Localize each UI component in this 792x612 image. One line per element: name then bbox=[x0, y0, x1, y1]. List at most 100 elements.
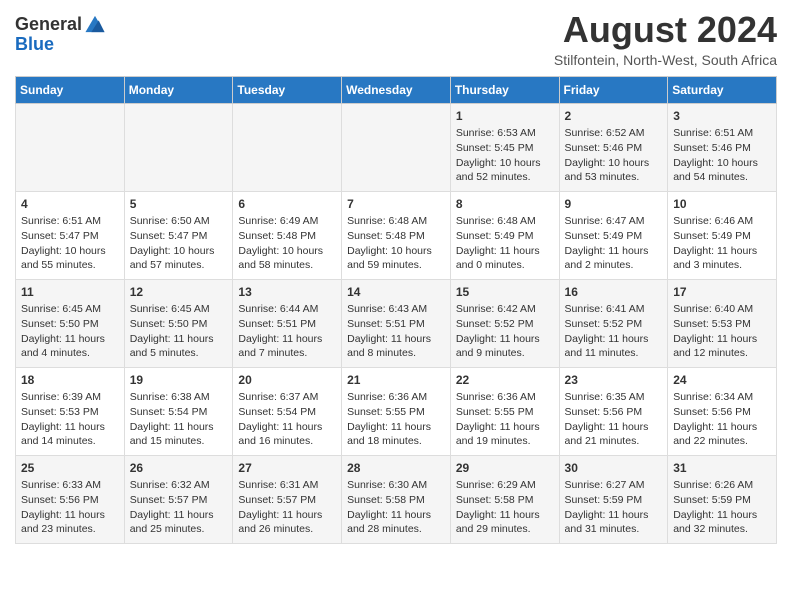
calendar-cell: 19Sunrise: 6:38 AMSunset: 5:54 PMDayligh… bbox=[124, 367, 233, 455]
calendar-cell: 22Sunrise: 6:36 AMSunset: 5:55 PMDayligh… bbox=[450, 367, 559, 455]
calendar-cell: 10Sunrise: 6:46 AMSunset: 5:49 PMDayligh… bbox=[668, 191, 777, 279]
day-detail: Sunrise: 6:51 AM bbox=[21, 214, 119, 229]
day-number: 8 bbox=[456, 196, 554, 213]
day-number: 7 bbox=[347, 196, 445, 213]
day-detail: Daylight: 10 hours and 59 minutes. bbox=[347, 244, 445, 273]
calendar-table: SundayMondayTuesdayWednesdayThursdayFrid… bbox=[15, 76, 777, 544]
calendar-week-row: 11Sunrise: 6:45 AMSunset: 5:50 PMDayligh… bbox=[16, 279, 777, 367]
day-detail: Sunrise: 6:43 AM bbox=[347, 302, 445, 317]
day-detail: Sunrise: 6:48 AM bbox=[347, 214, 445, 229]
day-detail: Sunset: 5:56 PM bbox=[673, 405, 771, 420]
day-number: 24 bbox=[673, 372, 771, 389]
day-number: 11 bbox=[21, 284, 119, 301]
calendar-cell: 14Sunrise: 6:43 AMSunset: 5:51 PMDayligh… bbox=[342, 279, 451, 367]
day-detail: Sunset: 5:46 PM bbox=[565, 141, 663, 156]
calendar-cell: 28Sunrise: 6:30 AMSunset: 5:58 PMDayligh… bbox=[342, 455, 451, 543]
day-detail: Sunrise: 6:40 AM bbox=[673, 302, 771, 317]
day-number: 16 bbox=[565, 284, 663, 301]
calendar-cell bbox=[233, 103, 342, 191]
calendar-cell: 31Sunrise: 6:26 AMSunset: 5:59 PMDayligh… bbox=[668, 455, 777, 543]
day-number: 4 bbox=[21, 196, 119, 213]
calendar-cell: 13Sunrise: 6:44 AMSunset: 5:51 PMDayligh… bbox=[233, 279, 342, 367]
day-detail: Daylight: 10 hours and 58 minutes. bbox=[238, 244, 336, 273]
day-number: 2 bbox=[565, 108, 663, 125]
day-number: 9 bbox=[565, 196, 663, 213]
day-detail: Sunset: 5:55 PM bbox=[456, 405, 554, 420]
day-detail: Sunrise: 6:30 AM bbox=[347, 478, 445, 493]
col-header-sunday: Sunday bbox=[16, 76, 125, 103]
calendar-cell: 12Sunrise: 6:45 AMSunset: 5:50 PMDayligh… bbox=[124, 279, 233, 367]
col-header-wednesday: Wednesday bbox=[342, 76, 451, 103]
day-detail: Daylight: 11 hours and 15 minutes. bbox=[130, 420, 228, 449]
calendar-cell: 27Sunrise: 6:31 AMSunset: 5:57 PMDayligh… bbox=[233, 455, 342, 543]
calendar-cell: 15Sunrise: 6:42 AMSunset: 5:52 PMDayligh… bbox=[450, 279, 559, 367]
day-detail: Sunrise: 6:53 AM bbox=[456, 126, 554, 141]
day-detail: Sunrise: 6:52 AM bbox=[565, 126, 663, 141]
col-header-monday: Monday bbox=[124, 76, 233, 103]
calendar-cell: 1Sunrise: 6:53 AMSunset: 5:45 PMDaylight… bbox=[450, 103, 559, 191]
page-header: General Blue August 2024 Stilfontein, No… bbox=[15, 10, 777, 68]
day-detail: Daylight: 11 hours and 12 minutes. bbox=[673, 332, 771, 361]
day-number: 18 bbox=[21, 372, 119, 389]
calendar-cell: 20Sunrise: 6:37 AMSunset: 5:54 PMDayligh… bbox=[233, 367, 342, 455]
logo: General Blue bbox=[15, 15, 106, 55]
calendar-cell: 16Sunrise: 6:41 AMSunset: 5:52 PMDayligh… bbox=[559, 279, 668, 367]
day-detail: Sunrise: 6:46 AM bbox=[673, 214, 771, 229]
subtitle: Stilfontein, North-West, South Africa bbox=[554, 52, 777, 68]
day-detail: Sunset: 5:58 PM bbox=[456, 493, 554, 508]
day-detail: Daylight: 11 hours and 21 minutes. bbox=[565, 420, 663, 449]
day-detail: Sunrise: 6:41 AM bbox=[565, 302, 663, 317]
day-detail: Daylight: 11 hours and 14 minutes. bbox=[21, 420, 119, 449]
day-detail: Daylight: 11 hours and 0 minutes. bbox=[456, 244, 554, 273]
day-detail: Sunrise: 6:38 AM bbox=[130, 390, 228, 405]
day-detail: Sunset: 5:56 PM bbox=[565, 405, 663, 420]
calendar-cell bbox=[342, 103, 451, 191]
day-detail: Sunrise: 6:51 AM bbox=[673, 126, 771, 141]
day-detail: Sunrise: 6:45 AM bbox=[21, 302, 119, 317]
day-detail: Daylight: 11 hours and 3 minutes. bbox=[673, 244, 771, 273]
calendar-cell: 23Sunrise: 6:35 AMSunset: 5:56 PMDayligh… bbox=[559, 367, 668, 455]
day-detail: Sunset: 5:57 PM bbox=[130, 493, 228, 508]
day-detail: Daylight: 11 hours and 16 minutes. bbox=[238, 420, 336, 449]
calendar-cell: 4Sunrise: 6:51 AMSunset: 5:47 PMDaylight… bbox=[16, 191, 125, 279]
day-number: 1 bbox=[456, 108, 554, 125]
calendar-cell: 29Sunrise: 6:29 AMSunset: 5:58 PMDayligh… bbox=[450, 455, 559, 543]
day-number: 27 bbox=[238, 460, 336, 477]
day-detail: Sunset: 5:50 PM bbox=[130, 317, 228, 332]
day-detail: Daylight: 11 hours and 5 minutes. bbox=[130, 332, 228, 361]
calendar-cell: 17Sunrise: 6:40 AMSunset: 5:53 PMDayligh… bbox=[668, 279, 777, 367]
day-detail: Sunrise: 6:47 AM bbox=[565, 214, 663, 229]
calendar-week-row: 18Sunrise: 6:39 AMSunset: 5:53 PMDayligh… bbox=[16, 367, 777, 455]
day-number: 10 bbox=[673, 196, 771, 213]
day-number: 3 bbox=[673, 108, 771, 125]
day-number: 17 bbox=[673, 284, 771, 301]
day-detail: Sunset: 5:45 PM bbox=[456, 141, 554, 156]
day-detail: Sunset: 5:59 PM bbox=[673, 493, 771, 508]
day-detail: Sunrise: 6:32 AM bbox=[130, 478, 228, 493]
day-number: 19 bbox=[130, 372, 228, 389]
day-detail: Daylight: 11 hours and 19 minutes. bbox=[456, 420, 554, 449]
day-detail: Daylight: 11 hours and 29 minutes. bbox=[456, 508, 554, 537]
day-detail: Daylight: 11 hours and 28 minutes. bbox=[347, 508, 445, 537]
logo-icon bbox=[84, 13, 106, 35]
day-detail: Daylight: 10 hours and 53 minutes. bbox=[565, 156, 663, 185]
day-number: 21 bbox=[347, 372, 445, 389]
calendar-week-row: 1Sunrise: 6:53 AMSunset: 5:45 PM Daylight… bbox=[16, 103, 777, 191]
day-number: 15 bbox=[456, 284, 554, 301]
day-detail: Sunset: 5:46 PM bbox=[673, 141, 771, 156]
day-detail: Daylight: 11 hours and 23 minutes. bbox=[21, 508, 119, 537]
calendar-cell: 6Sunrise: 6:49 AMSunset: 5:48 PMDaylight… bbox=[233, 191, 342, 279]
day-detail: Sunset: 5:54 PM bbox=[130, 405, 228, 420]
calendar-cell: 18Sunrise: 6:39 AMSunset: 5:53 PMDayligh… bbox=[16, 367, 125, 455]
logo-general: General bbox=[15, 15, 82, 35]
day-detail: Sunset: 5:48 PM bbox=[238, 229, 336, 244]
day-number: 29 bbox=[456, 460, 554, 477]
calendar-cell: 30Sunrise: 6:27 AMSunset: 5:59 PMDayligh… bbox=[559, 455, 668, 543]
day-number: 26 bbox=[130, 460, 228, 477]
calendar-cell: 3Sunrise: 6:51 AMSunset: 5:46 PMDaylight… bbox=[668, 103, 777, 191]
calendar-cell: 2Sunrise: 6:52 AMSunset: 5:46 PMDaylight… bbox=[559, 103, 668, 191]
day-detail: Sunset: 5:51 PM bbox=[238, 317, 336, 332]
day-detail: Sunset: 5:59 PM bbox=[565, 493, 663, 508]
day-detail: Sunset: 5:58 PM bbox=[347, 493, 445, 508]
day-detail: Sunrise: 6:48 AM bbox=[456, 214, 554, 229]
